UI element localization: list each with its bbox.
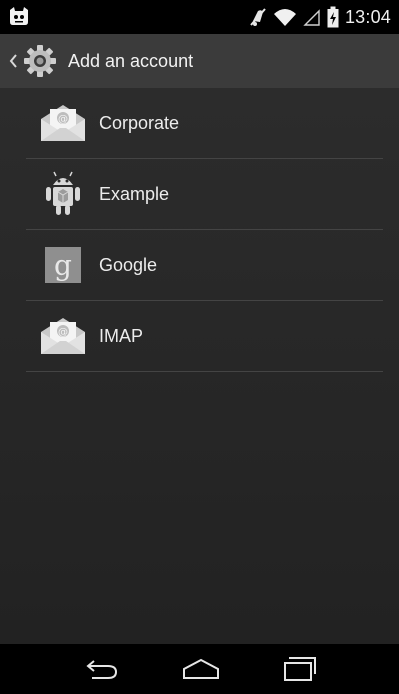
status-right-cluster: 13:04 bbox=[249, 0, 391, 34]
account-item-example[interactable]: Example bbox=[26, 159, 383, 230]
account-types-list-area: @ Corporate Example g Google @ IMAP bbox=[0, 88, 399, 644]
home-button[interactable] bbox=[171, 653, 231, 685]
google-g-icon: g bbox=[36, 238, 90, 292]
back-button[interactable] bbox=[72, 653, 132, 685]
email-envelope-icon: @ bbox=[36, 96, 90, 150]
up-caret-icon[interactable] bbox=[8, 34, 22, 88]
status-time: 13:04 bbox=[344, 6, 391, 27]
email-envelope-icon: @ bbox=[36, 309, 90, 363]
settings-gear-icon[interactable] bbox=[22, 43, 58, 79]
mute-icon bbox=[250, 8, 266, 26]
account-list: @ Corporate Example g Google @ IMAP bbox=[26, 88, 383, 372]
android-screen: 13:04 Add an account @ Corporate Example… bbox=[0, 0, 399, 694]
signal-icon bbox=[303, 9, 320, 26]
account-label: Google bbox=[99, 254, 158, 275]
account-label: Corporate bbox=[99, 112, 180, 133]
status-bar: 13:04 bbox=[0, 0, 399, 34]
recents-icon bbox=[284, 657, 316, 681]
home-icon bbox=[183, 658, 219, 679]
svg-text:@: @ bbox=[58, 114, 68, 125]
navigation-bar bbox=[0, 644, 399, 694]
account-item-imap[interactable]: @ IMAP bbox=[26, 301, 383, 372]
wifi-icon bbox=[273, 9, 296, 26]
account-label: Example bbox=[99, 183, 170, 204]
account-item-google[interactable]: g Google bbox=[26, 230, 383, 301]
notification-icon bbox=[10, 7, 28, 25]
account-label: IMAP bbox=[99, 325, 144, 346]
action-bar[interactable]: Add an account bbox=[0, 34, 399, 88]
back-icon bbox=[86, 660, 118, 679]
recents-button[interactable] bbox=[270, 653, 330, 685]
battery-icon bbox=[327, 6, 339, 28]
svg-text:@: @ bbox=[58, 327, 68, 338]
android-robot-icon bbox=[36, 167, 90, 221]
svg-text:g: g bbox=[54, 249, 72, 282]
page-title: Add an account bbox=[68, 50, 194, 71]
account-item-corporate[interactable]: @ Corporate bbox=[26, 88, 383, 159]
